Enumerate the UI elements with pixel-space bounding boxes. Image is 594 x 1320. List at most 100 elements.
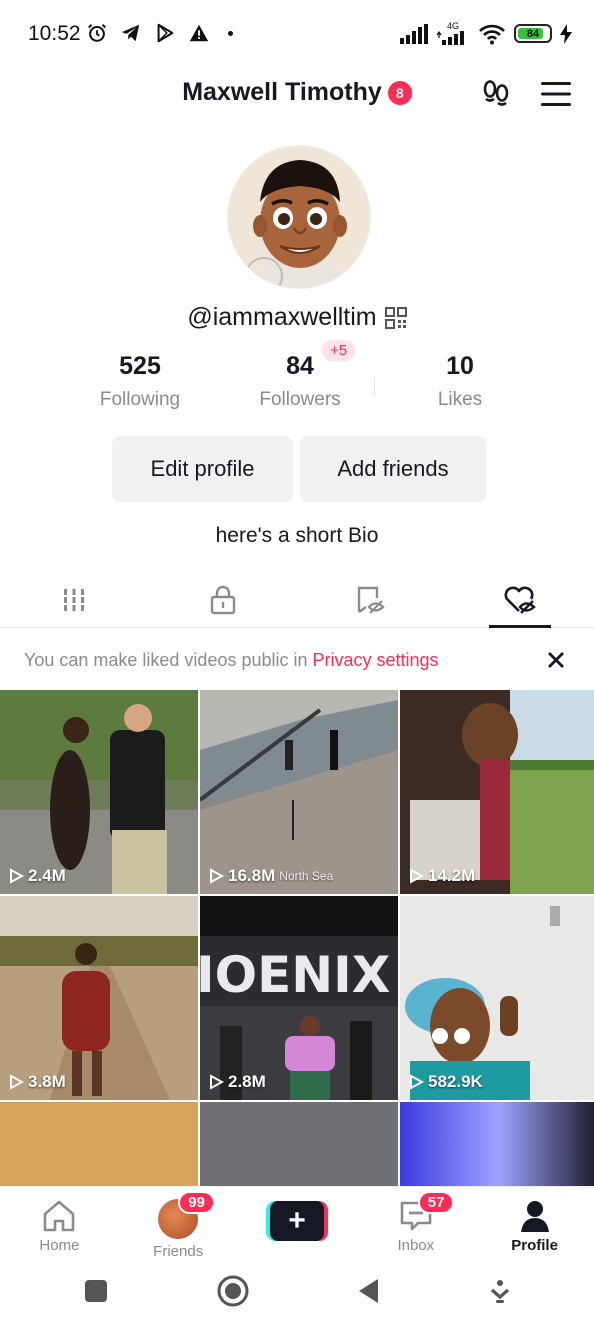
play-icon: [10, 1074, 24, 1090]
plus-icon: +: [269, 1201, 324, 1241]
back-button[interactable]: [356, 1277, 382, 1305]
followers-delta-badge: +5: [322, 340, 356, 361]
privacy-settings-link[interactable]: Privacy settings: [313, 650, 439, 671]
video-tile[interactable]: [400, 1102, 594, 1190]
footprints-icon: [483, 80, 509, 106]
profile-icon: [520, 1201, 549, 1232]
home-icon: [44, 1200, 75, 1232]
battery-icon: 84: [514, 24, 552, 43]
video-wall-text: IOENIX: [200, 946, 390, 1004]
nav-profile[interactable]: Profile: [475, 1187, 594, 1262]
video-caption: North Sea: [279, 869, 334, 883]
video-tile[interactable]: 3.8M: [0, 896, 198, 1100]
profile-views-button[interactable]: [478, 76, 514, 112]
liked-videos-grid: 2.4M 16.8M North Sea 14.2M 3.8M IOENIX 2…: [0, 690, 594, 1190]
nav-home[interactable]: Home: [0, 1187, 119, 1262]
liked-hidden-icon: [504, 586, 536, 614]
lock-icon: [210, 585, 235, 614]
tab-videos[interactable]: [0, 572, 149, 627]
warning-icon: [189, 24, 209, 42]
view-count-text: 2.4M: [28, 866, 66, 885]
nav-friends-label: Friends: [153, 1243, 204, 1260]
signal-4g-icon: 4G: [436, 22, 470, 45]
recents-button[interactable]: [83, 1278, 109, 1304]
play-store-icon: [157, 23, 174, 43]
privacy-notice: You can make liked videos public in Priv…: [0, 630, 594, 690]
nav-friends[interactable]: 99 Friends: [119, 1187, 238, 1262]
hide-navbar-button[interactable]: [489, 1278, 511, 1304]
nav-inbox-label: Inbox: [397, 1237, 435, 1254]
view-count-text: 3.8M: [28, 1072, 66, 1091]
privacy-notice-text: You can make liked videos public in: [24, 649, 308, 670]
followers-label: Followers: [259, 389, 341, 410]
play-icon: [210, 868, 224, 884]
inbox-badge: 57: [417, 1191, 455, 1214]
nav-profile-label: Profile: [511, 1237, 558, 1254]
network-type-label: 4G: [446, 21, 459, 31]
video-tile[interactable]: 582.9K: [400, 896, 594, 1100]
nav-create[interactable]: +: [238, 1187, 357, 1262]
home-system-button[interactable]: [216, 1274, 250, 1308]
signal-icon: [400, 23, 428, 44]
view-count: 2.4M: [8, 866, 66, 886]
bookmark-hidden-icon: [358, 586, 385, 614]
display-name[interactable]: Maxwell Timothy: [182, 78, 382, 107]
play-icon: [10, 868, 24, 884]
following-stat[interactable]: 525 Following: [60, 352, 220, 411]
play-icon: [410, 868, 424, 884]
status-bar: 10:52 4G 84: [0, 0, 594, 64]
video-tile[interactable]: [200, 1102, 398, 1190]
likes-stat[interactable]: 10 Likes: [380, 352, 540, 411]
notification-badge: 8: [387, 80, 412, 105]
profile-handle: @iammaxwelltim: [187, 303, 377, 331]
menu-button[interactable]: [538, 76, 574, 112]
video-tile[interactable]: IOENIX 2.8M: [200, 896, 398, 1100]
view-count: 582.9K: [408, 1072, 483, 1092]
followers-count: 84: [286, 352, 314, 380]
friends-badge: 99: [178, 1191, 215, 1214]
following-label: Following: [99, 389, 181, 410]
status-dot: [228, 30, 233, 36]
video-tile[interactable]: [0, 1102, 198, 1190]
likes-label: Likes: [437, 389, 483, 410]
tab-liked[interactable]: [446, 572, 594, 627]
view-count-text: 14.2M: [428, 866, 476, 885]
close-icon[interactable]: [544, 648, 568, 672]
view-count: 2.8M: [208, 1072, 266, 1092]
charging-icon: [560, 23, 572, 44]
video-tile[interactable]: 16.8M North Sea: [200, 690, 398, 894]
following-count: 525: [119, 352, 161, 380]
tab-private[interactable]: [149, 572, 298, 627]
alarm-icon: [88, 24, 106, 42]
video-tile[interactable]: 2.4M: [0, 690, 198, 894]
videos-grid-icon: [64, 588, 85, 611]
view-count: 16.8M North Sea: [208, 866, 333, 886]
nav-inbox[interactable]: 57 Inbox: [356, 1187, 475, 1262]
edit-profile-button[interactable]: Edit profile: [112, 436, 293, 502]
bottom-navigation: Home 99 Friends + 57 Inbox Profile: [0, 1186, 594, 1262]
add-friends-button[interactable]: Add friends: [300, 436, 486, 502]
likes-count: 10: [446, 352, 474, 380]
profile-avatar[interactable]: [227, 145, 371, 289]
view-count: 3.8M: [8, 1072, 66, 1092]
profile-header: Maxwell Timothy 8: [0, 64, 594, 120]
video-tile[interactable]: 14.2M: [400, 690, 594, 894]
view-count-text: 2.8M: [228, 1072, 266, 1091]
stat-divider: [374, 378, 375, 396]
view-count-text: 16.8M: [228, 866, 276, 885]
telegram-icon: [121, 24, 140, 42]
profile-bio: here's a short Bio: [215, 524, 379, 547]
view-count: 14.2M: [408, 866, 475, 886]
create-button[interactable]: +: [265, 1201, 328, 1241]
profile-tabs: [0, 572, 594, 628]
followers-stat[interactable]: +5 84 Followers: [220, 340, 380, 411]
profile-stats: 525 Following +5 84 Followers 10 Likes: [60, 340, 540, 411]
play-icon: [410, 1074, 424, 1090]
battery-level: 84: [526, 27, 540, 40]
qr-code-icon[interactable]: [384, 306, 407, 329]
play-icon: [210, 1074, 224, 1090]
menu-icon: [541, 82, 571, 106]
view-count-text: 582.9K: [428, 1072, 483, 1091]
tab-saved[interactable]: [297, 572, 446, 627]
wifi-icon: [479, 24, 505, 44]
